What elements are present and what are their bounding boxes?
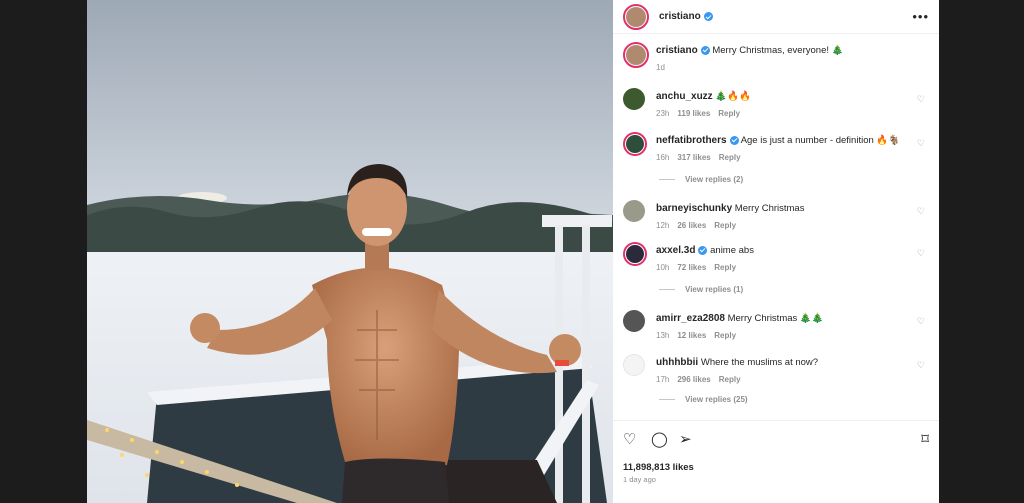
comment-likes[interactable]: 317 likes <box>677 153 710 162</box>
comment-text: 🎄🔥🔥 <box>715 91 751 102</box>
view-replies-button[interactable]: View replies (1) <box>659 285 743 294</box>
commenter-username[interactable]: amirr_eza2808 <box>656 313 725 324</box>
post-photo-image <box>87 0 613 503</box>
commenter-username[interactable]: neffatibrothers <box>656 135 727 146</box>
like-count[interactable]: 11,898,813 likes <box>623 462 694 473</box>
comment-time: 23h <box>656 109 670 118</box>
post-detail-panel: cristiano ••• cristiano Merry Christmas,… <box>613 0 939 503</box>
reply-button[interactable]: Reply <box>714 263 736 272</box>
comments-list: cristiano Merry Christmas, everyone! 🎄 1… <box>613 34 939 420</box>
comment-text: anime abs <box>710 245 754 256</box>
post-date: 1 day ago <box>623 475 656 484</box>
comment-time: 13h <box>656 331 670 340</box>
post-header: cristiano ••• <box>613 0 939 34</box>
comment-text: Age is just a number - definition 🔥🐐 <box>740 135 901 146</box>
comment-text: Merry Christmas <box>734 203 805 214</box>
comment-time: 16h <box>656 153 670 162</box>
send-icon[interactable]: ➢ <box>679 431 692 449</box>
commenter-avatar[interactable] <box>623 200 645 222</box>
heart-icon[interactable]: ♡ <box>917 138 925 149</box>
comment-likes[interactable]: 119 likes <box>677 109 710 118</box>
heart-icon[interactable]: ♡ <box>917 206 925 217</box>
reply-button[interactable]: Reply <box>718 109 740 118</box>
commenter-username[interactable]: axxel.3d <box>656 245 695 256</box>
comment-likes[interactable]: 72 likes <box>677 263 706 272</box>
comment-icon[interactable]: ◯ <box>651 431 668 449</box>
caption-time: 1d <box>656 63 665 72</box>
comment-text: Where the muslims at now? <box>700 357 819 368</box>
verified-icon <box>703 12 713 21</box>
commenter-username[interactable]: anchu_xuzz <box>656 91 713 102</box>
author-username[interactable]: cristiano <box>659 11 701 22</box>
post-photo[interactable] <box>87 0 613 503</box>
heart-icon[interactable]: ♡ <box>917 316 925 327</box>
comment-likes[interactable]: 12 likes <box>677 331 706 340</box>
view-replies-button[interactable]: View replies (25) <box>659 395 748 404</box>
verified-icon <box>700 45 710 55</box>
commenter-avatar[interactable] <box>623 242 647 266</box>
screen: cristiano ••• cristiano Merry Christmas,… <box>0 0 1024 503</box>
heart-icon[interactable]: ♡ <box>917 94 925 105</box>
comment-likes[interactable]: 296 likes <box>677 375 710 384</box>
verified-icon <box>729 135 739 145</box>
commenter-avatar[interactable] <box>623 354 645 376</box>
bookmark-icon[interactable]: ⌑ <box>921 431 929 449</box>
comment-text: Merry Christmas 🎄🎄 <box>727 313 824 324</box>
commenter-avatar[interactable] <box>623 310 645 332</box>
commenter-username[interactable]: uhhhbbii <box>656 357 698 368</box>
reply-button[interactable]: Reply <box>714 331 736 340</box>
heart-icon[interactable]: ♡ <box>917 360 925 371</box>
reply-button[interactable]: Reply <box>714 221 736 230</box>
view-replies-button[interactable]: View replies (2) <box>659 175 743 184</box>
caption-text: Merry Christmas, everyone! 🎄 <box>712 45 844 56</box>
comment-likes[interactable]: 26 likes <box>677 221 706 230</box>
reply-button[interactable]: Reply <box>719 153 741 162</box>
caption-avatar[interactable] <box>623 42 649 68</box>
more-options-icon[interactable]: ••• <box>912 9 929 24</box>
heart-icon[interactable]: ♡ <box>623 431 636 449</box>
reply-button[interactable]: Reply <box>719 375 741 384</box>
caption-username[interactable]: cristiano <box>656 45 698 56</box>
commenter-avatar[interactable] <box>623 88 645 110</box>
post-actions: ♡ ◯ ➢ ⌑ 11,898,813 likes 1 day ago <box>613 420 939 503</box>
comment-time: 10h <box>656 263 670 272</box>
verified-icon <box>698 245 708 255</box>
commenter-avatar[interactable] <box>623 132 647 156</box>
comment-time: 17h <box>656 375 670 384</box>
comment-time: 12h <box>656 221 670 230</box>
commenter-username[interactable]: barneyischunky <box>656 203 732 214</box>
author-avatar[interactable] <box>623 3 649 30</box>
heart-icon[interactable]: ♡ <box>917 248 925 259</box>
